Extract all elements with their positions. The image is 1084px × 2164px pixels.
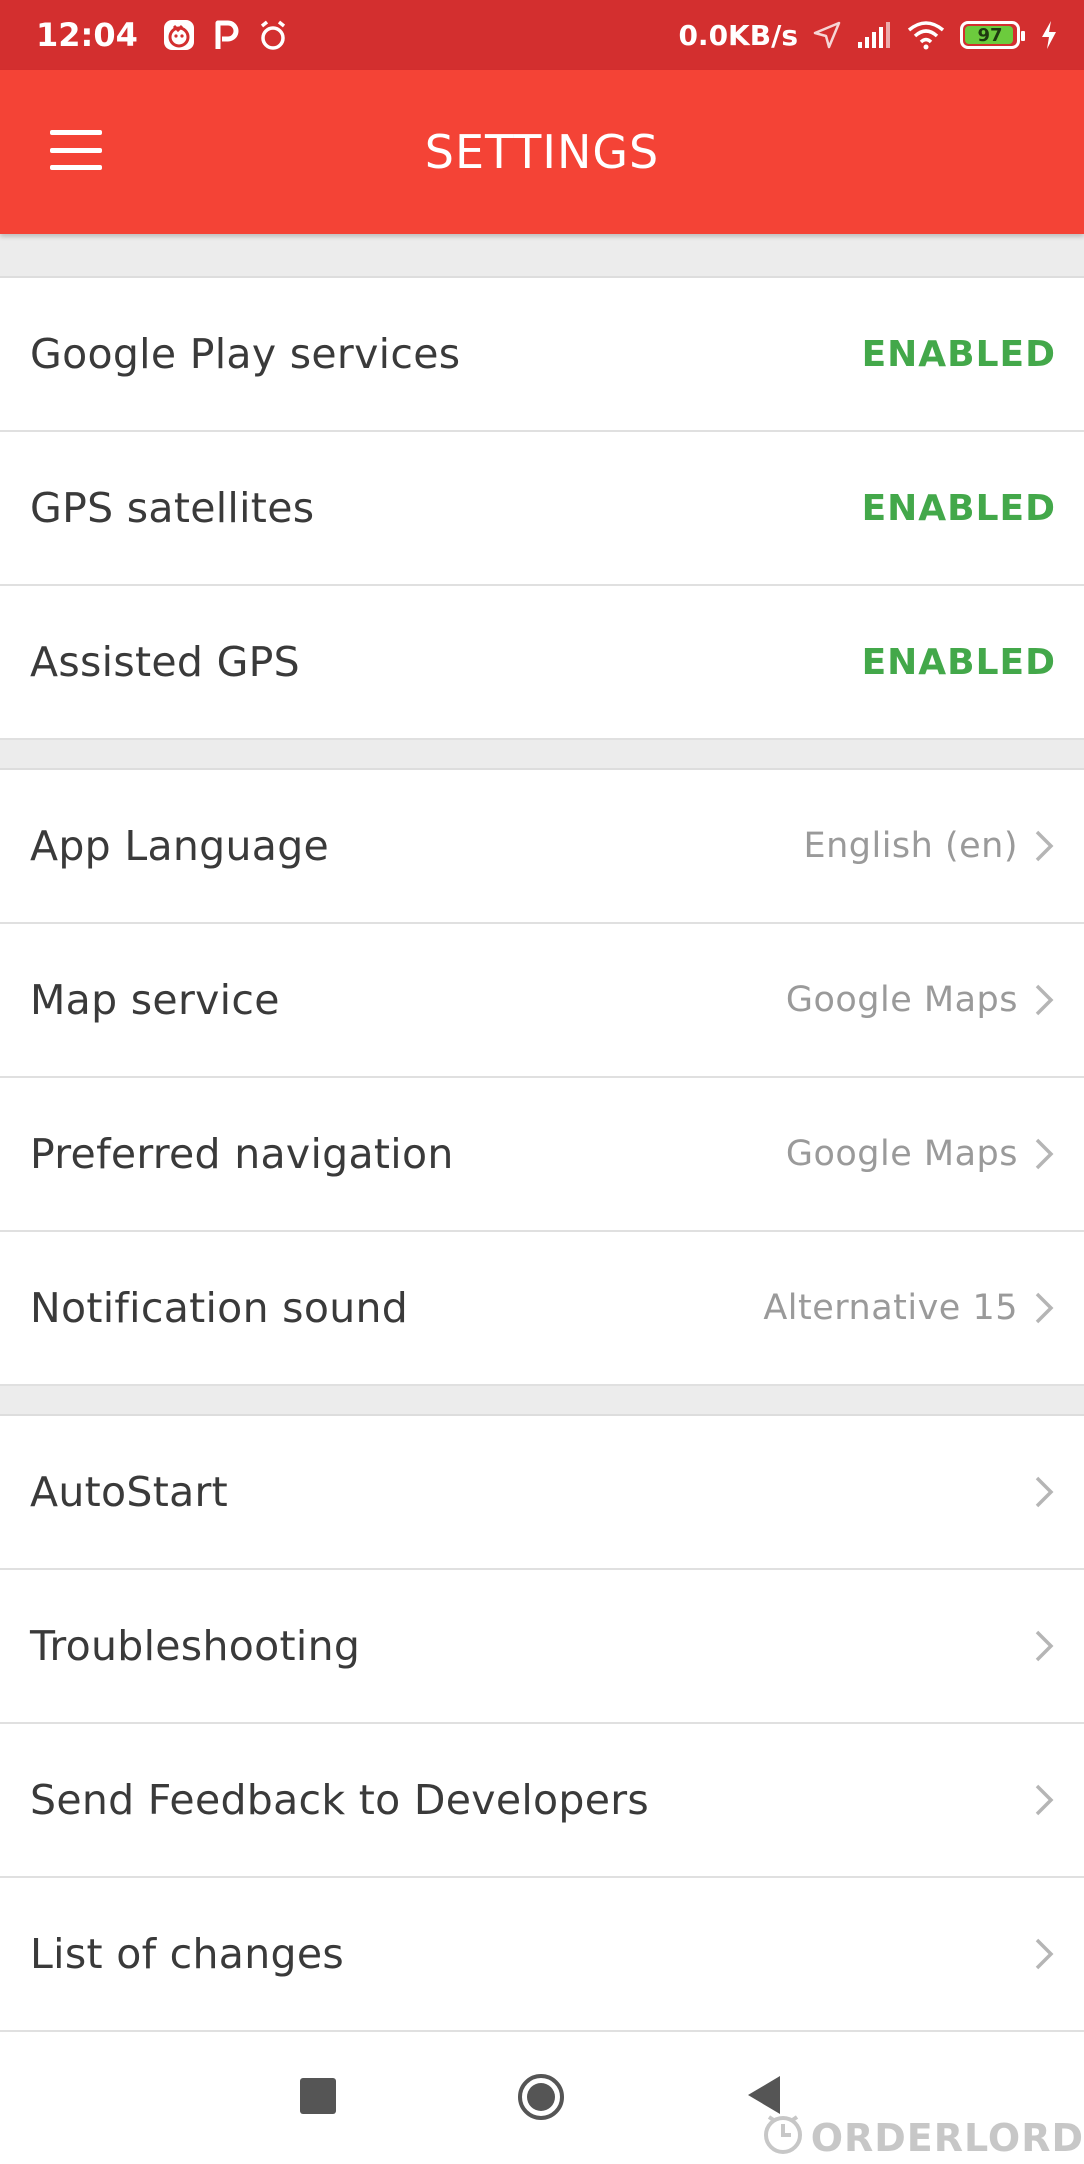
network-speed: 0.0KB/s — [678, 18, 798, 52]
status-badge: ENABLED — [861, 487, 1056, 529]
status-time: 12:04 — [36, 16, 138, 54]
status-right: 0.0KB/s 97 — [678, 19, 1058, 52]
clock-logo-icon — [761, 2111, 805, 2164]
chevron-right-icon — [1032, 1782, 1056, 1818]
recent-apps-icon[interactable] — [300, 2078, 336, 2114]
settings-list: Google Play services ENABLED GPS satelli… — [0, 234, 1084, 2032]
setting-value: Alternative 15 — [763, 1288, 1018, 1328]
watermark-text: ORDERLORD — [810, 2115, 1084, 2160]
wifi-icon — [906, 20, 946, 50]
setting-label: Preferred navigation — [30, 1130, 454, 1178]
chevron-right-icon — [1032, 1474, 1056, 1510]
section-divider — [0, 1386, 1084, 1416]
setting-label: Map service — [30, 976, 280, 1024]
section-divider — [0, 740, 1084, 770]
chevron-right-icon — [1032, 1290, 1056, 1326]
setting-label: Google Play services — [30, 330, 461, 378]
chevron-right-icon — [1032, 828, 1056, 864]
page-title: SETTINGS — [424, 125, 660, 179]
setting-autostart[interactable]: AutoStart — [0, 1416, 1084, 1570]
setting-list-of-changes[interactable]: List of changes — [0, 1878, 1084, 2032]
app-bar: SETTINGS — [0, 70, 1084, 234]
charging-icon — [1040, 20, 1058, 50]
setting-label: App Language — [30, 822, 330, 870]
battery-icon: 97 — [960, 21, 1025, 49]
setting-notification-sound[interactable]: Notification sound Alternative 15 — [0, 1232, 1084, 1386]
parking-icon — [214, 19, 240, 51]
status-badge: ENABLED — [861, 333, 1056, 375]
setting-label: List of changes — [30, 1930, 345, 1978]
status-bar: 12:04 0.0KB/s 97 — [0, 0, 1084, 70]
watermark: ORDERLORD — [761, 2111, 1084, 2164]
setting-map-service[interactable]: Map service Google Maps — [0, 924, 1084, 1078]
setting-label: Assisted GPS — [30, 638, 300, 686]
setting-label: Send Feedback to Developers — [30, 1776, 650, 1824]
setting-label: GPS satellites — [30, 484, 315, 532]
setting-app-language[interactable]: App Language English (en) — [0, 770, 1084, 924]
setting-google-play-services[interactable]: Google Play services ENABLED — [0, 278, 1084, 432]
setting-value: Google Maps — [785, 980, 1018, 1020]
baby-face-icon — [162, 18, 196, 52]
section-divider — [0, 234, 1084, 278]
setting-value: English (en) — [803, 826, 1018, 866]
setting-label: Notification sound — [30, 1284, 409, 1332]
chevron-right-icon — [1032, 1936, 1056, 1972]
chevron-right-icon — [1032, 982, 1056, 1018]
setting-send-feedback[interactable]: Send Feedback to Developers — [0, 1724, 1084, 1878]
location-arrow-icon — [812, 20, 842, 50]
system-nav-bar: ORDERLORD — [0, 2032, 1084, 2164]
setting-troubleshooting[interactable]: Troubleshooting — [0, 1570, 1084, 1724]
setting-gps-satellites[interactable]: GPS satellites ENABLED — [0, 432, 1084, 586]
chevron-right-icon — [1032, 1136, 1056, 1172]
setting-preferred-navigation[interactable]: Preferred navigation Google Maps — [0, 1078, 1084, 1232]
battery-level: 97 — [977, 24, 1003, 46]
hamburger-menu-icon[interactable] — [50, 130, 102, 170]
setting-label: AutoStart — [30, 1468, 229, 1516]
setting-label: Troubleshooting — [30, 1622, 361, 1670]
home-icon[interactable] — [516, 2072, 566, 2122]
setting-value: Google Maps — [785, 1134, 1018, 1174]
status-left: 12:04 — [36, 16, 306, 54]
signal-icon — [856, 20, 892, 50]
alarm-icon — [258, 19, 288, 51]
status-badge: ENABLED — [861, 641, 1056, 683]
setting-assisted-gps[interactable]: Assisted GPS ENABLED — [0, 586, 1084, 740]
chevron-right-icon — [1032, 1628, 1056, 1664]
